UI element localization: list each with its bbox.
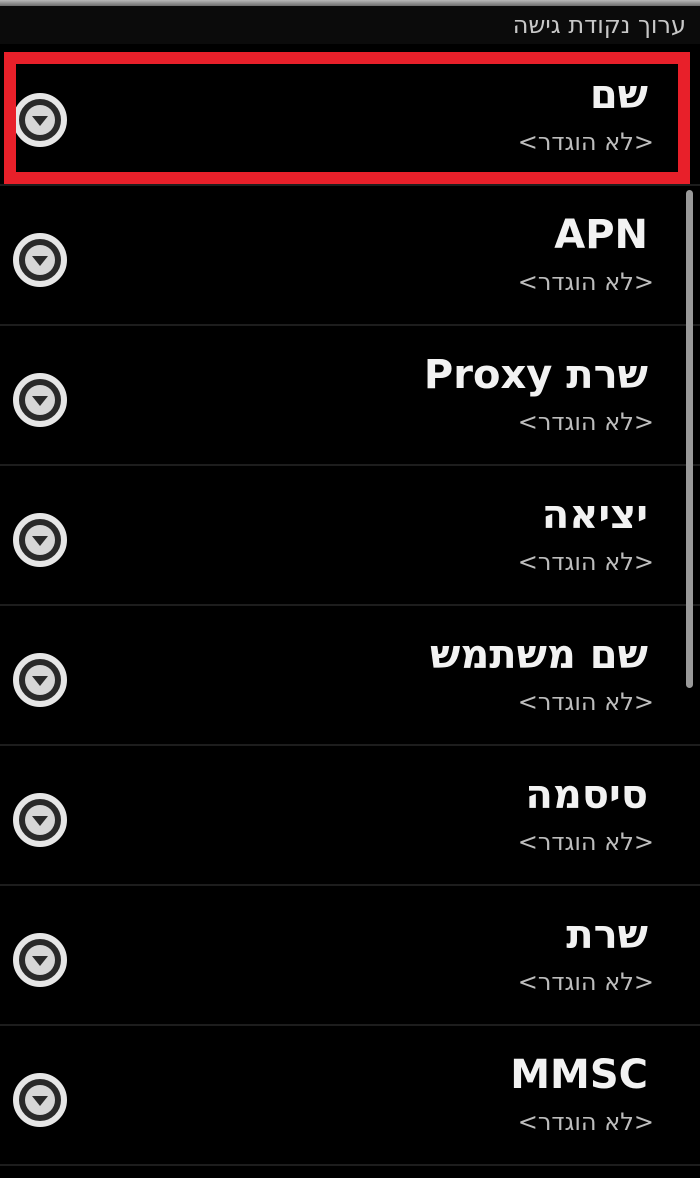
list-item-value: <לא הוגדר> bbox=[517, 548, 654, 576]
row-divider bbox=[0, 1024, 700, 1026]
row-divider bbox=[0, 744, 700, 746]
list-item-label: סיסמה bbox=[525, 772, 648, 818]
chevron-down-circle-icon[interactable] bbox=[12, 232, 68, 288]
chevron-down-circle-icon[interactable] bbox=[12, 932, 68, 988]
list-item-value: <לא הוגדר> bbox=[517, 688, 654, 716]
row-divider bbox=[0, 884, 700, 886]
row-divider bbox=[0, 184, 700, 186]
row-divider bbox=[0, 604, 700, 606]
page-title: ערוך נקודת גישה bbox=[512, 11, 686, 39]
settings-list: שם <לא הוגדר> APN <לא הוגדר> שרת Proxy <… bbox=[0, 48, 700, 1178]
list-item-value: <לא הוגדר> bbox=[517, 1108, 654, 1136]
list-item-label: MMSC bbox=[510, 1052, 648, 1098]
chevron-down-circle-icon[interactable] bbox=[12, 92, 68, 148]
scrollbar[interactable] bbox=[686, 190, 693, 688]
list-item-port[interactable]: יציאה <לא הוגדר> bbox=[0, 468, 700, 606]
list-item-value: <לא הוגדר> bbox=[517, 128, 654, 156]
list-item-server[interactable]: שרת <לא הוגדר> bbox=[0, 888, 700, 1026]
list-item-mmsc[interactable]: MMSC <לא הוגדר> bbox=[0, 1028, 700, 1166]
list-item-label: יציאה bbox=[541, 492, 648, 538]
chevron-down-circle-icon[interactable] bbox=[12, 652, 68, 708]
list-item-name[interactable]: שם <לא הוגדר> bbox=[0, 48, 700, 186]
list-item-label: שם bbox=[589, 72, 648, 118]
list-item-apn[interactable]: APN <לא הוגדר> bbox=[0, 188, 700, 326]
list-item-label: APN bbox=[554, 212, 648, 258]
chevron-down-circle-icon[interactable] bbox=[12, 372, 68, 428]
row-divider bbox=[0, 464, 700, 466]
row-divider bbox=[0, 324, 700, 326]
list-item-password[interactable]: סיסמה <לא הוגדר> bbox=[0, 748, 700, 886]
list-item-label: שם משתמש bbox=[430, 632, 648, 678]
list-item-value: <לא הוגדר> bbox=[517, 828, 654, 856]
list-item-label: שרת bbox=[566, 912, 648, 958]
list-item-label: שרת Proxy bbox=[423, 352, 648, 398]
title-bar: ערוך נקודת גישה bbox=[0, 6, 700, 44]
list-item-value: <לא הוגדר> bbox=[517, 968, 654, 996]
chevron-down-circle-icon[interactable] bbox=[12, 1072, 68, 1128]
chevron-down-circle-icon[interactable] bbox=[12, 512, 68, 568]
row-divider bbox=[0, 1164, 700, 1166]
list-item-proxy-server[interactable]: שרת Proxy <לא הוגדר> bbox=[0, 328, 700, 466]
list-item-username[interactable]: שם משתמש <לא הוגדר> bbox=[0, 608, 700, 746]
list-item-value: <לא הוגדר> bbox=[517, 268, 654, 296]
list-item-value: <לא הוגדר> bbox=[517, 408, 654, 436]
chevron-down-circle-icon[interactable] bbox=[12, 792, 68, 848]
